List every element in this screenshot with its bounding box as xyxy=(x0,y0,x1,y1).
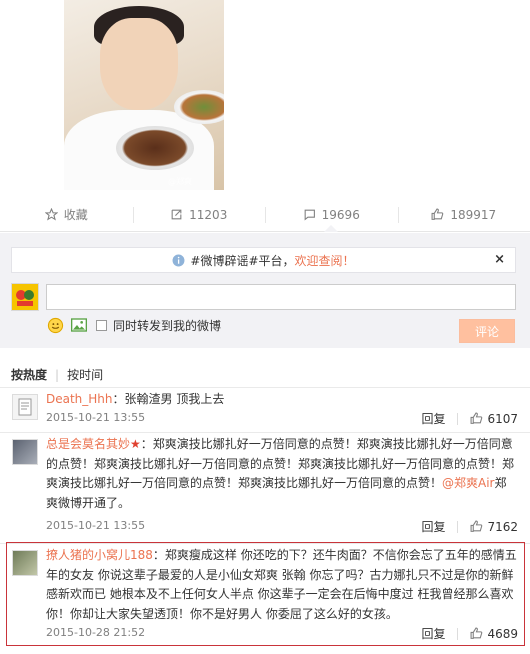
my-avatar[interactable] xyxy=(11,283,39,311)
comment-like-button[interactable]: 6107 xyxy=(470,412,518,426)
comment-input[interactable] xyxy=(46,284,516,310)
emoji-icon[interactable] xyxy=(47,317,64,334)
comment-username[interactable]: Death_Hhh xyxy=(46,392,113,406)
comment-icon xyxy=(304,209,315,221)
photo-face xyxy=(100,18,178,110)
comment-like-count: 7162 xyxy=(487,519,518,534)
reply-button[interactable]: 回复 xyxy=(421,518,445,535)
comment-timestamp: 2015-10-21 13:55 xyxy=(46,411,146,424)
close-icon[interactable]: × xyxy=(494,252,505,267)
image-icon[interactable] xyxy=(71,318,87,332)
forward-label: 同时转发到我的微博 xyxy=(113,319,222,333)
avatar[interactable] xyxy=(12,394,38,420)
thumbs-up-icon xyxy=(470,520,483,532)
photo-noodle-bowl xyxy=(116,126,194,170)
rumor-notice-banner: #微博辟谣#平台， 欢迎查阅！ × xyxy=(11,247,516,273)
notice-link[interactable]: 欢迎查阅！ xyxy=(295,252,355,269)
comment-composer: #微博辟谣#平台， 欢迎查阅！ × 同时转发到我的微博 xyxy=(0,233,530,348)
avatar-cartoon-icon xyxy=(16,290,34,306)
actions-divider xyxy=(457,412,459,425)
like-count: 189917 xyxy=(450,207,497,222)
info-icon xyxy=(172,254,185,266)
notice-text: #微博辟谣#平台， xyxy=(190,253,295,268)
favorite-label: 收藏 xyxy=(63,208,88,222)
highlight-annotation-box xyxy=(6,542,525,646)
repost-button[interactable]: 11203 xyxy=(132,198,266,231)
thumbs-up-icon xyxy=(470,412,483,424)
comment-actions: 回复 6107 xyxy=(421,410,518,427)
comment-like-button[interactable]: 7162 xyxy=(470,520,518,534)
comment-like-count: 6107 xyxy=(487,411,518,426)
tab-divider: | xyxy=(55,367,60,382)
reply-button[interactable]: 回复 xyxy=(421,410,445,427)
post-photo[interactable]: @郑爽 xyxy=(64,0,224,190)
comment-button[interactable]: 19696 xyxy=(265,198,398,232)
comment-count: 19696 xyxy=(321,207,360,222)
like-button[interactable]: 189917 xyxy=(397,198,530,231)
submit-comment-button[interactable]: 评论 xyxy=(459,319,515,343)
user-badge-icon: ★ xyxy=(130,437,141,451)
comment-mention[interactable]: @郑爽Air xyxy=(442,476,494,490)
repost-count: 11203 xyxy=(189,207,228,222)
star-icon xyxy=(44,208,58,221)
comment-text: Death_Hhh：张翰渣男 顶我上去 xyxy=(46,390,518,410)
comment-item: Death_Hhh：张翰渣男 顶我上去 2015-10-21 13:55 回复 … xyxy=(0,387,530,432)
photo-watermark: @郑爽 xyxy=(168,177,192,186)
comment-timestamp: 2015-10-21 13:55 xyxy=(46,519,146,532)
comment-username[interactable]: 总是会莫名其妙 xyxy=(46,437,130,451)
actions-divider xyxy=(457,520,459,533)
tab-sort-by-hot[interactable]: 按热度 xyxy=(11,366,47,383)
favorite-button[interactable]: 收藏 xyxy=(0,198,133,231)
comment-item: 总是会莫名其妙★：郑爽演技比娜扎好一万倍同意的点赞！郑爽演技比娜扎好一万倍同意的… xyxy=(0,432,530,540)
comment-body: ：张翰渣男 顶我上去 xyxy=(112,392,225,406)
comment-actions: 回复 7162 xyxy=(421,518,518,535)
tab-sort-by-time[interactable]: 按时间 xyxy=(67,366,103,383)
thumbs-up-icon xyxy=(431,208,444,220)
share-icon xyxy=(171,209,182,220)
forward-checkbox[interactable] xyxy=(96,320,107,331)
comment-sort-tabs: 按热度 | 按时间 xyxy=(11,366,103,383)
avatar-placeholder-icon xyxy=(18,398,32,416)
avatar[interactable] xyxy=(12,439,38,465)
post-action-bar: 收藏 11203 19696 189917 xyxy=(0,198,530,232)
comment-text: 总是会莫名其妙★：郑爽演技比娜扎好一万倍同意的点赞！郑爽演技比娜扎好一万倍同意的… xyxy=(46,435,518,513)
